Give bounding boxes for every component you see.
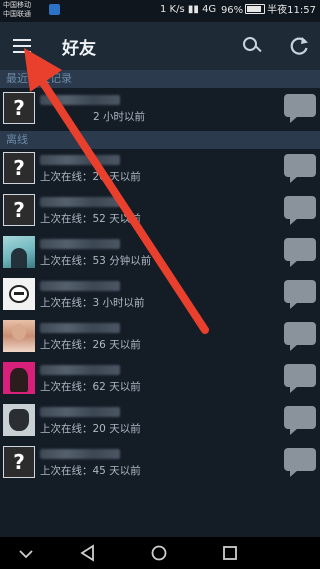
friend-status: 上次在线：62 天以前 [40,381,141,393]
battery-percent: 96% [220,5,244,16]
section-recent-chats: 最近聊天记录 [0,70,320,88]
friend-name-redacted [40,95,120,105]
battery-icon [245,4,266,14]
page-title: 好友 [62,39,96,59]
friend-status: 上次在线：53 分钟以前 [40,255,152,267]
friend-row[interactable]: 上次在线：53 分钟以前 [0,233,320,275]
friend-row[interactable]: ? 上次在线：45 天以前 [0,443,320,485]
photo-avatar [3,320,35,352]
friend-name-redacted [40,449,120,459]
friend-status: 2 小时以前 [93,111,146,123]
refresh-icon[interactable] [287,34,311,58]
question-avatar: ? [3,194,35,226]
app-notification-icon [49,4,60,15]
chat-icon[interactable] [284,364,316,394]
friend-name-redacted [40,197,120,207]
friend-name-redacted [40,407,120,417]
friend-name-redacted [40,281,120,291]
chat-icon[interactable] [284,196,316,226]
question-avatar: ? [3,446,35,478]
search-icon[interactable] [240,34,264,58]
status-bar: 中国移动 中国联通 1 K/s ▮▮ 4G 96% 半夜11:57 [0,0,320,22]
question-avatar: ? [3,92,35,124]
carrier-labels: 中国移动 中国联通 [3,1,31,19]
home-icon[interactable] [147,541,171,565]
friend-name-redacted [40,155,120,165]
chat-icon[interactable] [284,406,316,436]
friend-row[interactable]: 上次在线：3 小时以前 [0,275,320,317]
mask-avatar [3,278,35,310]
chat-icon[interactable] [284,154,316,184]
chat-icon[interactable] [284,238,316,268]
question-avatar: ? [3,152,35,184]
signal-type: 4G [202,4,217,15]
chat-icon[interactable] [284,94,316,124]
friend-row[interactable]: ? 上次在线：52 天以前 [0,191,320,233]
section-offline: 离线 [0,131,320,149]
friend-status: 上次在线：52 天以前 [40,213,141,225]
back-icon[interactable] [76,541,100,565]
photo-avatar [3,404,35,436]
friend-status: 上次在线：20 天以前 [40,423,141,435]
chevron-down-icon[interactable] [14,541,38,565]
system-nav-bar [0,537,320,569]
clock: 半夜11:57 [267,5,316,16]
carrier-1: 中国移动 [3,1,31,9]
friend-status: 上次在线：26 天以前 [40,339,141,351]
chat-icon[interactable] [284,322,316,352]
photo-avatar [3,236,35,268]
app-bar: 好友 [0,22,320,70]
chat-icon[interactable] [284,280,316,310]
status-icons: 1 K/s ▮▮ 4G [160,4,216,15]
friend-row[interactable]: ? 上次在线：26 天以前 [0,149,320,191]
recent-apps-icon[interactable] [218,541,242,565]
friend-name-redacted [40,323,120,333]
signal-icon: ▮▮ [187,4,203,15]
friend-status: 上次在线：3 小时以前 [40,297,145,309]
network-speed: 1 K/s [160,4,185,15]
friend-status: 上次在线：45 天以前 [40,465,141,477]
chat-icon[interactable] [284,448,316,478]
friend-row[interactable]: 上次在线：62 天以前 [0,359,320,401]
menu-icon[interactable] [10,34,36,58]
friend-row[interactable]: 上次在线：26 天以前 [0,317,320,359]
friend-row[interactable]: ? 2 小时以前 [0,89,320,131]
friend-name-redacted [40,239,120,249]
carrier-2: 中国联通 [3,10,31,18]
friend-row[interactable]: 上次在线：20 天以前 [0,401,320,443]
friend-status: 上次在线：26 天以前 [40,171,141,183]
photo-avatar [3,362,35,394]
friend-name-redacted [40,365,120,375]
status-right: 96% 半夜11:57 [221,4,316,17]
